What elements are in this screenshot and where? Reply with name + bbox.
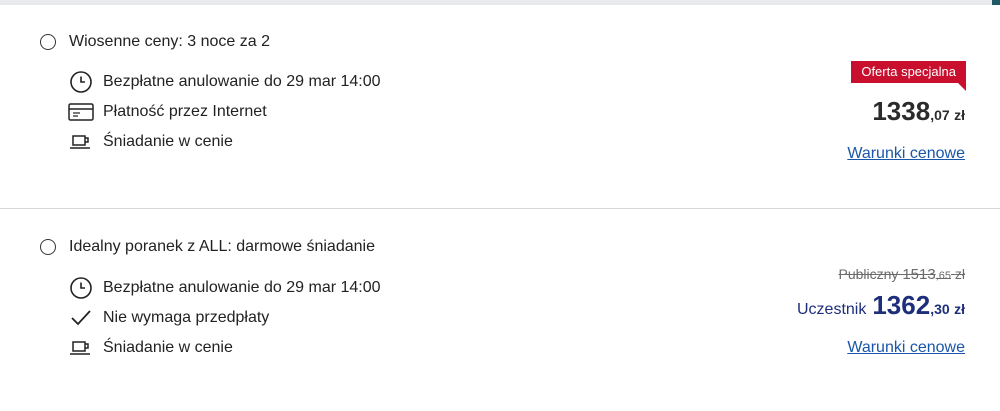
rate-title: Idealny poranek z ALL: darmowe śniadanie bbox=[69, 238, 375, 255]
public-price: Publiczny 1513,65 zł bbox=[839, 266, 966, 283]
feature-label: Bezpłatne anulowanie do 29 mar 14:00 bbox=[103, 279, 381, 296]
rate-terms-link[interactable]: Warunki cenowe bbox=[847, 145, 965, 163]
feature-cancellation: Bezpłatne anulowanie do 29 mar 14:00 bbox=[68, 70, 381, 94]
member-price-integer: 1362 bbox=[872, 290, 931, 320]
member-price-currency: zł bbox=[954, 301, 965, 317]
price-currency: zł bbox=[954, 107, 965, 123]
rate-offer-1: Wiosenne ceny: 3 noce za 2 Bezpłatne anu… bbox=[0, 0, 1000, 200]
coffee-cup-icon bbox=[68, 336, 94, 360]
checkmark-icon bbox=[68, 306, 94, 330]
feature-breakfast: Śniadanie w cenie bbox=[68, 130, 233, 154]
feature-payment: Płatność przez Internet bbox=[68, 100, 267, 124]
credit-card-icon bbox=[68, 100, 94, 124]
badge-tail bbox=[958, 83, 966, 91]
rate-radio-button[interactable] bbox=[40, 239, 56, 255]
price-integer: 1338 bbox=[872, 96, 931, 126]
rate-terms-link[interactable]: Warunki cenowe bbox=[847, 339, 965, 357]
price: 1338,07 zł bbox=[872, 96, 965, 127]
feature-no-prepayment: Nie wymaga przedpłaty bbox=[68, 306, 269, 330]
public-price-integer: 1513 bbox=[902, 266, 936, 283]
public-price-label: Publiczny bbox=[838, 266, 899, 282]
member-price: Uczestnik 1362,30 zł bbox=[797, 290, 965, 321]
feature-label: Śniadanie w cenie bbox=[103, 339, 233, 356]
feature-label: Płatność przez Internet bbox=[103, 103, 267, 120]
rate-title: Wiosenne ceny: 3 noce za 2 bbox=[69, 33, 271, 50]
feature-cancellation: Bezpłatne anulowanie do 29 mar 14:00 bbox=[68, 276, 381, 300]
special-offer-badge: Oferta specjalna bbox=[851, 61, 966, 83]
feature-label: Śniadanie w cenie bbox=[103, 133, 233, 150]
rate-radio-button[interactable] bbox=[40, 34, 56, 50]
clock-icon bbox=[68, 276, 94, 300]
clock-icon bbox=[68, 70, 94, 94]
price-decimal: ,07 bbox=[930, 107, 950, 123]
feature-label: Nie wymaga przedpłaty bbox=[103, 309, 270, 326]
public-price-currency: zł bbox=[954, 266, 965, 282]
feature-label: Bezpłatne anulowanie do 29 mar 14:00 bbox=[103, 73, 381, 90]
member-price-decimal: ,30 bbox=[930, 301, 950, 317]
public-price-decimal: ,65 bbox=[935, 270, 951, 282]
feature-breakfast: Śniadanie w cenie bbox=[68, 336, 233, 360]
rate-offer-2: Idealny poranek z ALL: darmowe śniadanie… bbox=[0, 206, 1000, 406]
member-price-label: Uczestnik bbox=[796, 301, 867, 318]
coffee-cup-icon bbox=[68, 130, 94, 154]
